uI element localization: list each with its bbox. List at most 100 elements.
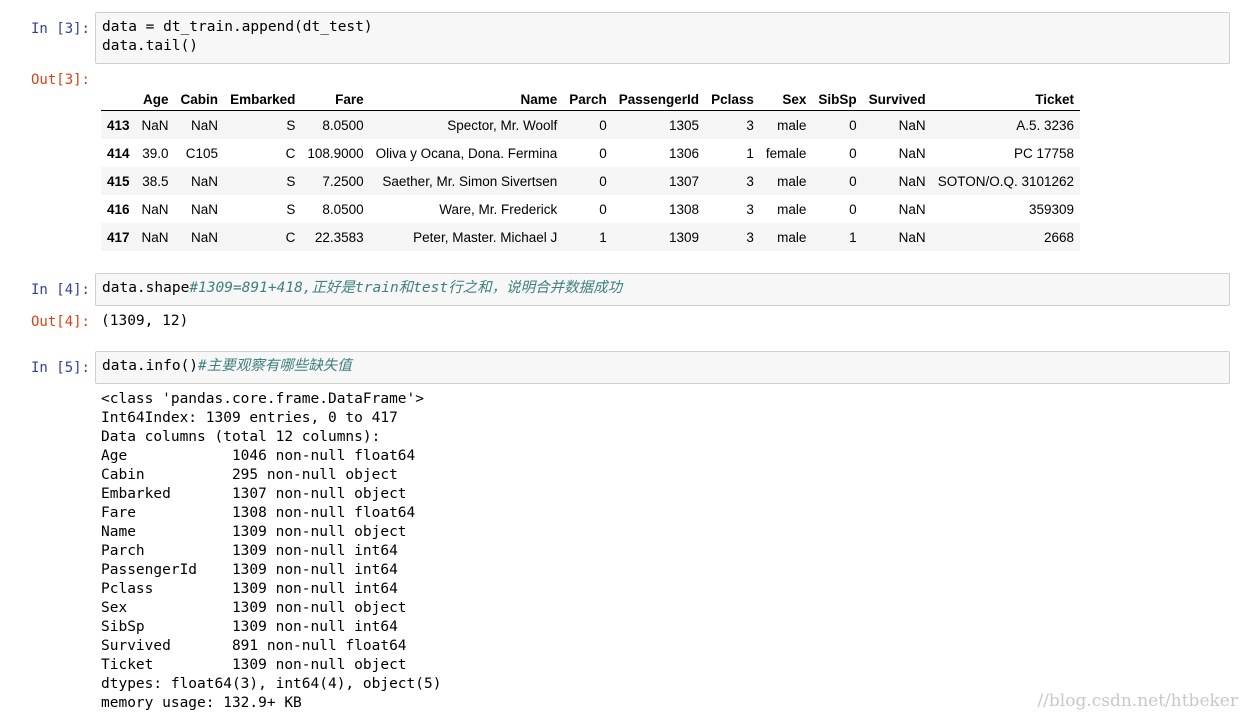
table-column-header: Survived <box>862 88 932 111</box>
table-column-header: Name <box>369 88 564 111</box>
info-output-line: Data columns (total 12 columns): <box>101 429 381 445</box>
info-output-line: Survived 891 non-null float64 <box>101 638 407 654</box>
cell-5-code-editor[interactable]: data.info()#主要观察有哪些缺失值 <box>95 351 1230 384</box>
table-row: 416 NaN NaN S 8.0500 Ware, Mr. Frederick 0 1308… <box>101 195 1080 223</box>
table-cell: 3 <box>746 229 754 245</box>
cell-3-code-line-1: data = dt_train.append(dt_test) <box>102 19 373 35</box>
table-cell: NaN <box>191 201 219 217</box>
table-cell: Peter, Master. Michael J <box>413 229 558 245</box>
table-cell: 8.0500 <box>322 201 364 217</box>
table-cell: 1 <box>599 229 607 245</box>
table-cell: male <box>777 173 807 189</box>
table-cell: male <box>777 117 807 133</box>
table-row: 413 NaN NaN S 8.0500 Spector, Mr. Woolf 0 1305 3… <box>101 110 1081 139</box>
table-cell: 0 <box>599 201 607 217</box>
cell-3-input-prompt: In [3]: <box>30 21 90 37</box>
table-cell: 0 <box>849 145 857 161</box>
table-cell: 1308 <box>669 201 700 217</box>
info-output-line: Fare 1308 non-null float64 <box>101 505 416 521</box>
table-cell: 7.2500 <box>322 173 364 189</box>
cell-5-code: data.info() <box>102 358 199 374</box>
cell-5-comment: #主要观察有哪些缺失值 <box>198 358 352 374</box>
cell-5-input-prompt: In [5]: <box>30 360 90 376</box>
table-cell: male <box>777 229 807 245</box>
table-cell: 1305 <box>669 117 700 133</box>
table-cell: NaN <box>898 173 926 189</box>
info-output-line: Ticket 1309 non-null object <box>101 657 407 673</box>
info-output-line: <class 'pandas.core.frame.DataFrame'> <box>101 391 425 407</box>
table-cell: C <box>285 229 296 245</box>
table-column-header: Fare <box>301 88 370 111</box>
table-cell: C <box>285 145 296 161</box>
info-output-line: Pclass 1309 non-null int64 <box>101 581 398 597</box>
info-output-line: Name 1309 non-null object <box>101 524 407 540</box>
info-output-line: Embarked 1307 non-null object <box>101 486 407 502</box>
table-cell: 108.9000 <box>307 145 364 161</box>
table-cell: 1307 <box>669 173 700 189</box>
cell-4-code: data.shape <box>102 280 190 296</box>
table-cell: Saether, Mr. Simon Sivertsen <box>382 173 558 189</box>
row-index-cell: 414 <box>107 145 130 161</box>
table-cell: NaN <box>141 117 169 133</box>
table-cell: NaN <box>191 173 219 189</box>
table-row: 415 38.5 NaN S 7.2500 Saether, Mr. Simon Sive… <box>101 167 1081 195</box>
cell-4-input-prompt: In [4]: <box>30 282 90 298</box>
table-column-header: Embarked <box>224 88 302 111</box>
table-cell: NaN <box>898 229 926 245</box>
table-column-header: Sex <box>759 88 813 111</box>
table-row: 414 39.0 C105 C 108.9000 Oliva y Ocana, Dona.… <box>101 139 1080 167</box>
info-output-line: Cabin 295 non-null object <box>101 467 398 483</box>
row-index-cell: 413 <box>107 117 130 133</box>
cell-5-output-text: <class 'pandas.core.frame.DataFrame'> Int… <box>101 390 441 713</box>
cell-3-code-editor[interactable]: data = dt_train.append(dt_test) data.tai… <box>95 12 1230 64</box>
table-cell: 1309 <box>669 229 700 245</box>
table-column-header: Ticket <box>931 88 1081 111</box>
table-cell: NaN <box>898 201 926 217</box>
table-cell: 1 <box>746 145 754 161</box>
table-cell: 39.0 <box>142 145 169 161</box>
table-cell: Oliva y Ocana, Dona. Fermina <box>375 145 558 161</box>
table-cell: SOTON/O.Q. 3101262 <box>937 173 1075 189</box>
table-cell: 0 <box>849 173 857 189</box>
info-output-line: Int64Index: 1309 entries, 0 to 417 <box>101 410 398 426</box>
row-index-cell: 415 <box>107 173 130 189</box>
table-cell: 2668 <box>1043 229 1075 245</box>
table-cell: NaN <box>898 117 926 133</box>
cell-4-code-editor[interactable]: data.shape#1309=891+418,正好是train和test行之和… <box>95 273 1230 306</box>
cell-4-output-text: (1309, 12) <box>101 313 189 329</box>
info-output-line: Sex 1309 non-null object <box>101 600 407 616</box>
info-output-line: PassengerId 1309 non-null int64 <box>101 562 398 578</box>
watermark: //blog.csdn.net/htbeker <box>1037 691 1238 711</box>
table-cell: PC 17758 <box>1013 145 1075 161</box>
table-cell: NaN <box>141 201 169 217</box>
table-cell: A.5. 3236 <box>1016 117 1075 133</box>
table-cell: 38.5 <box>142 173 169 189</box>
row-index-cell: 416 <box>107 201 130 217</box>
table-cell: S <box>286 173 296 189</box>
table-cell: NaN <box>191 229 219 245</box>
table-cell: NaN <box>191 117 219 133</box>
table-cell: 1306 <box>669 145 700 161</box>
table-cell: Spector, Mr. Woolf <box>447 117 558 133</box>
table-column-header: Pclass <box>705 88 760 111</box>
table-header-row: Age Cabin Embarked Fare Name Parch PassengerId… <box>101 88 1081 111</box>
table-cell: NaN <box>141 229 169 245</box>
table-cell: 0 <box>849 117 857 133</box>
table-cell: female <box>765 145 807 161</box>
table-cell: male <box>777 201 807 217</box>
cell-4-output-prompt: Out[4]: <box>30 314 90 330</box>
info-output-line: dtypes: float64(3), int64(4), object(5) <box>101 676 442 692</box>
table-body: 413 NaN NaN S 8.0500 Spector, Mr. Woolf 0 1305 3… <box>101 110 1081 251</box>
table-cell: 22.3583 <box>314 229 364 245</box>
dataframe-tail-table: Age Cabin Embarked Fare Name Parch PassengerId… <box>101 88 1081 251</box>
row-index-cell: 417 <box>107 229 130 245</box>
table-cell: S <box>286 117 296 133</box>
table-cell: NaN <box>898 145 926 161</box>
table-cell: 3 <box>746 173 754 189</box>
cell-4-comment: #1309=891+418,正好是train和test行之和，说明合并数据成功 <box>189 280 623 296</box>
table-cell: 3 <box>746 117 754 133</box>
table-cell: S <box>286 201 296 217</box>
table-cell: 3 <box>746 201 754 217</box>
table-cell: 359309 <box>1028 201 1075 217</box>
info-output-line: Parch 1309 non-null int64 <box>101 543 398 559</box>
